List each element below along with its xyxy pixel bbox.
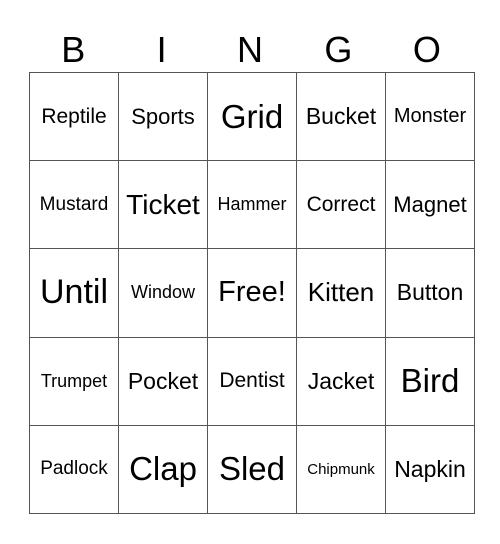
bingo-row: Until Window Free! Kitten Button xyxy=(29,248,475,338)
bingo-cell[interactable]: Bucket xyxy=(296,71,386,162)
bingo-cell[interactable]: Jacket xyxy=(296,336,386,426)
bingo-cell[interactable]: Kitten xyxy=(296,248,386,338)
header-letter-i: I xyxy=(156,29,167,70)
header-letter-n: N xyxy=(237,29,264,70)
bingo-cell[interactable]: Clap xyxy=(118,424,208,515)
bingo-cell[interactable]: Correct xyxy=(296,160,386,250)
bingo-cell[interactable]: Button xyxy=(385,248,475,338)
bingo-cell[interactable]: Bird xyxy=(385,336,475,426)
bingo-cell[interactable]: Reptile xyxy=(29,71,119,162)
bingo-cell[interactable]: Padlock xyxy=(29,424,119,515)
header-letter-o: O xyxy=(412,29,441,70)
bingo-cell[interactable]: Trumpet xyxy=(29,336,119,426)
bingo-header: B I N G O xyxy=(29,28,471,72)
header-letter-g: G xyxy=(324,29,353,70)
bingo-cell[interactable]: Dentist xyxy=(207,336,297,426)
bingo-row: Padlock Clap Sled Chipmunk Napkin xyxy=(29,424,475,515)
bingo-cell[interactable]: Sports xyxy=(118,71,208,162)
free-space-cell[interactable]: Free! xyxy=(207,248,297,338)
bingo-cell[interactable]: Ticket xyxy=(118,160,208,250)
bingo-cell[interactable]: Window xyxy=(118,248,208,338)
bingo-row: Reptile Sports Grid Bucket Monster xyxy=(29,71,475,162)
bingo-cell[interactable]: Monster xyxy=(385,71,475,162)
bingo-row: Mustard Ticket Hammer Correct Magnet xyxy=(29,160,475,250)
bingo-cell[interactable]: Sled xyxy=(207,424,297,515)
bingo-card-grid: Reptile Sports Grid Bucket Monster Mustard Tic… xyxy=(29,71,475,515)
bingo-cell[interactable]: Pocket xyxy=(118,336,208,426)
bingo-cell[interactable]: Chipmunk xyxy=(296,424,386,515)
header-letter-b: B xyxy=(61,29,86,70)
bingo-row: Trumpet Pocket Dentist Jacket Bird xyxy=(29,336,475,426)
bingo-cell[interactable]: Mustard xyxy=(29,160,119,250)
bingo-cell[interactable]: Grid xyxy=(207,71,297,162)
bingo-cell[interactable]: Napkin xyxy=(385,424,475,515)
bingo-cell[interactable]: Magnet xyxy=(385,160,475,250)
bingo-cell[interactable]: Until xyxy=(29,248,119,338)
bingo-cell[interactable]: Hammer xyxy=(207,160,297,250)
